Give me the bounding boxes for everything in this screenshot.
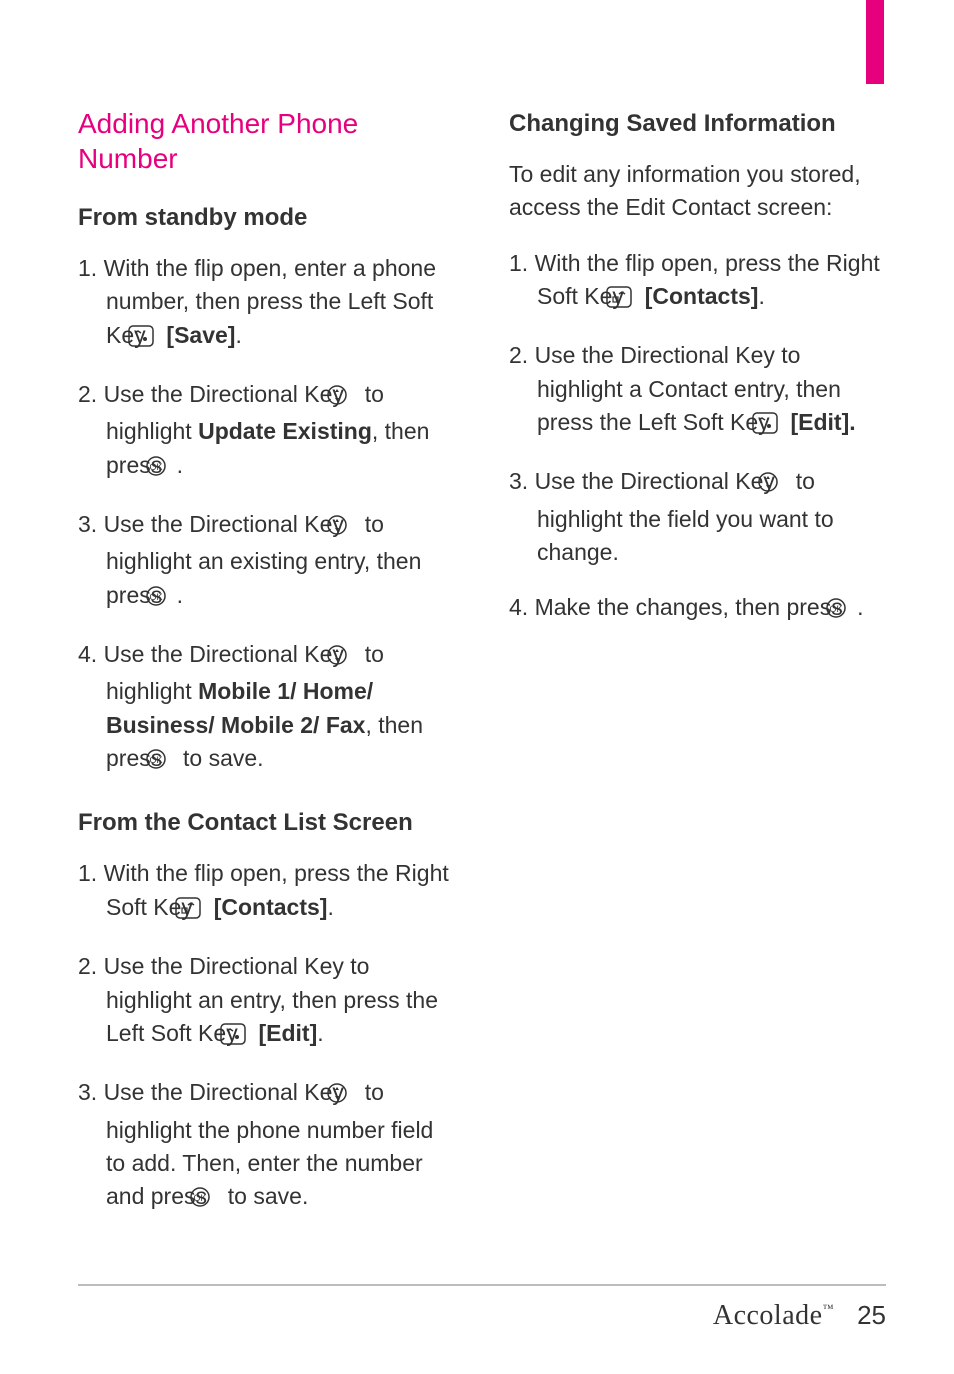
bold: Update Existing (198, 418, 372, 444)
bold: [Edit] (258, 1020, 317, 1046)
intro-text: To edit any information you stored, acce… (509, 158, 886, 225)
step-r1: 1. With the flip open, press the Right S… (509, 247, 886, 318)
section-title-right: Changing Saved Information (509, 110, 886, 138)
footer-text: Accolade™ 25 (78, 1300, 886, 1332)
subheading-standby: From standby mode (78, 204, 455, 232)
footer-rule (78, 1284, 886, 1286)
step-r4: 4. Make the changes, then press OK . (509, 591, 886, 628)
svg-text:OK: OK (149, 462, 162, 472)
step-3b: 3. Use the Directional Key to highlight … (78, 1076, 455, 1217)
text: . (317, 1020, 323, 1046)
step-4a: 4. Use the Directional Key to highlight … (78, 638, 455, 779)
page-content: Adding Another Phone Number From standby… (0, 0, 954, 1240)
bold: [Edit]. (790, 409, 855, 435)
step-1b: 1. With the flip open, press the Right S… (78, 857, 455, 928)
bold: [Contacts] (214, 894, 328, 920)
brand-name: Accolade™ (713, 1300, 834, 1331)
footer: Accolade™ 25 (78, 1284, 886, 1332)
bold: [Contacts] (645, 283, 759, 309)
text: 3. Use the Directional Key (509, 468, 781, 494)
text: . (327, 894, 333, 920)
svg-text:OK: OK (149, 755, 162, 765)
section-title-left: Adding Another Phone Number (78, 106, 455, 176)
text: . (758, 283, 764, 309)
text: to save. (228, 1183, 309, 1209)
svg-text:OK: OK (194, 1193, 207, 1203)
text: 3. Use the Directional Key (78, 1079, 350, 1105)
text: . (177, 452, 183, 478)
text: 2. Use the Directional Key (78, 381, 350, 407)
accent-bar (866, 0, 884, 84)
svg-text:OK: OK (149, 592, 162, 602)
step-2a: 2. Use the Directional Key to highlight … (78, 378, 455, 486)
text: 3. Use the Directional Key (78, 511, 350, 537)
trademark: ™ (823, 1303, 834, 1315)
text: . (857, 594, 863, 620)
svg-text:OK: OK (830, 604, 843, 614)
text: 4. Use the Directional Key (78, 641, 350, 667)
step-2b: 2. Use the Directional Key to highlight … (78, 950, 455, 1054)
step-r3: 3. Use the Directional Key to highlight … (509, 465, 886, 569)
text: . (177, 582, 183, 608)
subheading-contactlist: From the Contact List Screen (78, 809, 455, 837)
text: to save. (183, 745, 264, 771)
text: . (235, 322, 241, 348)
page-number: 25 (857, 1300, 886, 1330)
left-column: Adding Another Phone Number From standby… (78, 106, 455, 1240)
text: 4. Make the changes, then press (509, 594, 849, 620)
step-r2: 2. Use the Directional Key to highlight … (509, 339, 886, 443)
step-3a: 3. Use the Directional Key to highlight … (78, 508, 455, 616)
bold: [Save] (166, 322, 235, 348)
right-column: Changing Saved Information To edit any i… (509, 106, 886, 1240)
step-1a: 1. With the flip open, enter a phone num… (78, 252, 455, 356)
